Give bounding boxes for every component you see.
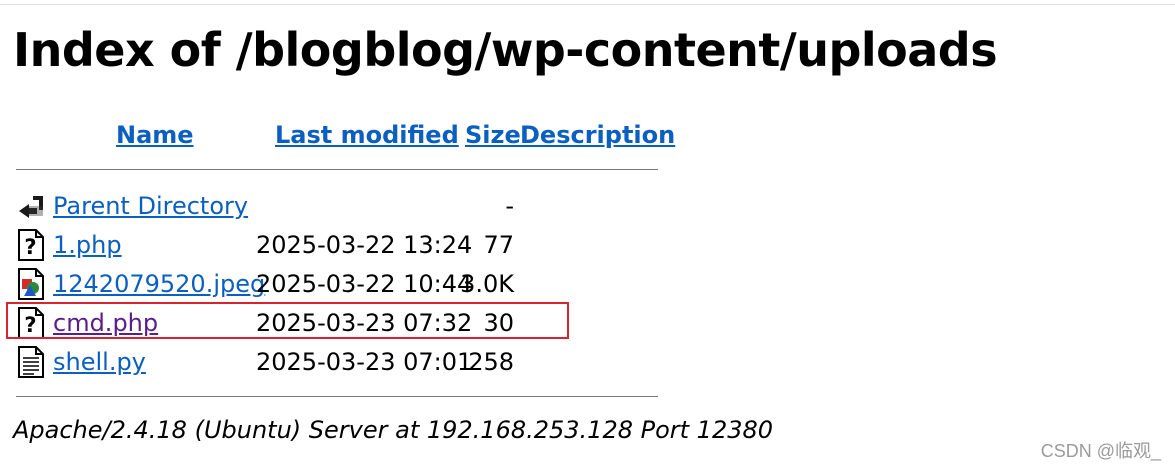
file-link-shell-py[interactable]: shell.py — [53, 344, 146, 380]
watermark: CSDN @临观_ — [1040, 441, 1161, 461]
header-divider — [16, 169, 658, 170]
svg-text:?: ? — [24, 235, 36, 259]
top-border-line — [0, 4, 1175, 5]
unknown-file-icon: ? — [16, 229, 46, 261]
file-link-parent-directory[interactable]: Parent Directory — [53, 188, 248, 224]
back-icon — [16, 190, 46, 222]
size-cell: - — [505, 192, 514, 220]
last-modified-cell: 2025-03-22 10:44 — [256, 270, 473, 298]
size-cell: 3.0K — [460, 270, 514, 298]
sort-by-size-link[interactable]: Size — [465, 118, 521, 152]
file-link-jpeg[interactable]: 1242079520.jpeg — [53, 266, 265, 302]
sort-by-last-modified-link[interactable]: Last modified — [275, 118, 459, 152]
table-row: ? 1.php 2025-03-22 13:24 77 — [0, 227, 660, 263]
image-file-icon — [16, 268, 46, 300]
size-cell: 258 — [468, 348, 514, 376]
highlight-box — [6, 302, 569, 339]
table-row: 1242079520.jpeg 2025-03-22 10:44 3.0K — [0, 266, 660, 302]
text-file-icon — [16, 346, 46, 378]
footer-divider — [16, 396, 658, 397]
page-title: Index of /blogblog/wp-content/uploads — [13, 23, 998, 77]
sort-by-name-link[interactable]: Name — [116, 118, 194, 152]
sort-by-description-link[interactable]: Description — [520, 118, 675, 152]
last-modified-cell: 2025-03-23 07:01 — [256, 348, 473, 376]
last-modified-cell: 2025-03-22 13:24 — [256, 231, 473, 259]
table-row: Parent Directory - — [0, 188, 660, 224]
server-signature: Apache/2.4.18 (Ubuntu) Server at 192.168… — [13, 416, 774, 444]
file-link-1-php[interactable]: 1.php — [53, 227, 122, 263]
size-cell: 77 — [483, 231, 514, 259]
table-row: shell.py 2025-03-23 07:01 258 — [0, 344, 660, 380]
